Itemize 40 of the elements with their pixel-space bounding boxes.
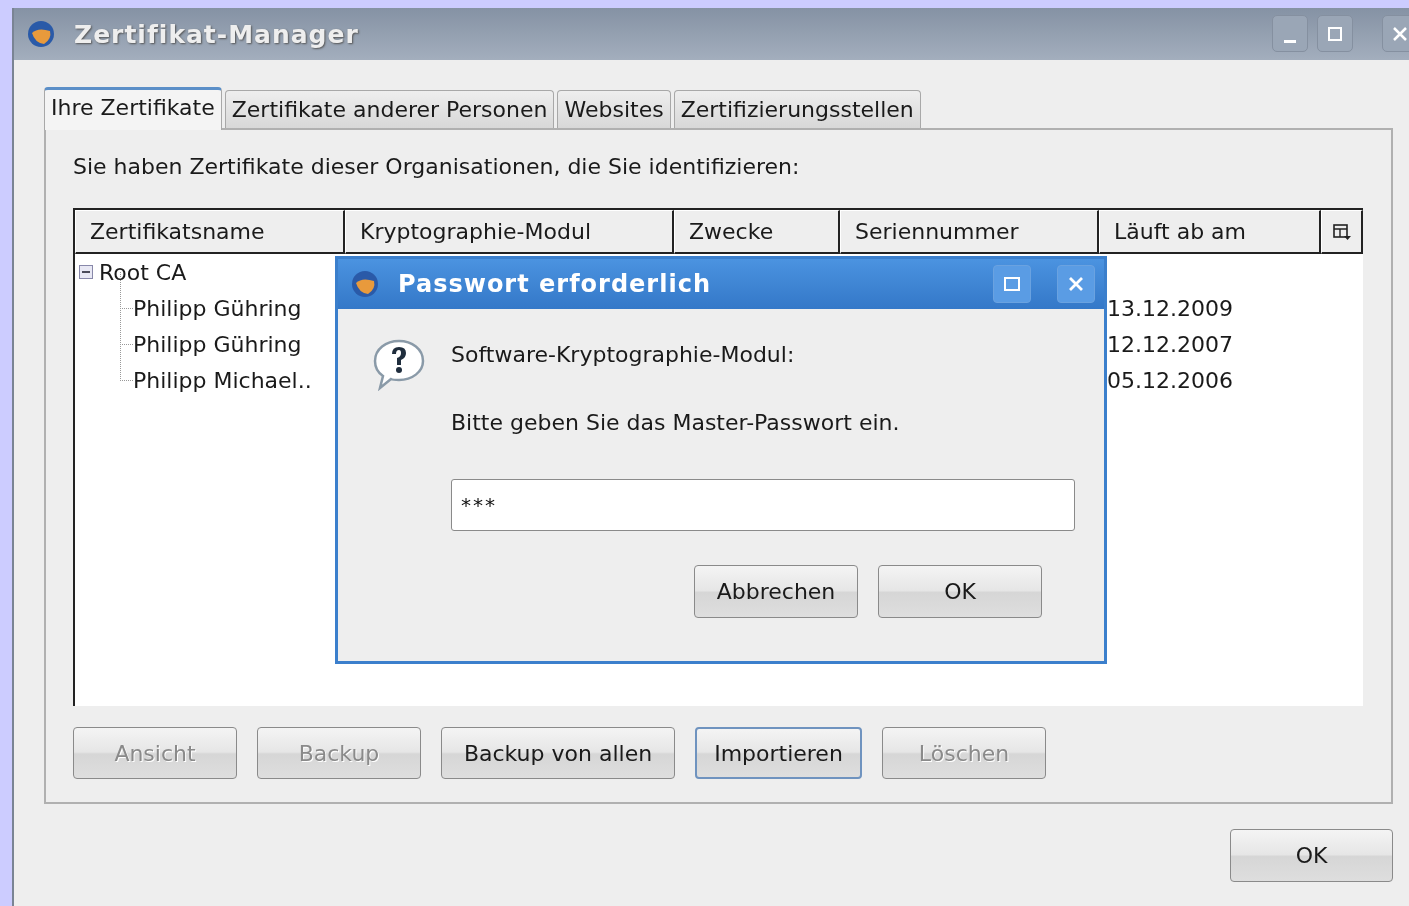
tree-item[interactable]: Root CA <box>99 259 187 285</box>
minimize-icon <box>1284 40 1296 43</box>
tree-item[interactable]: Philipp Gühring <box>133 331 302 357</box>
maximize-button[interactable] <box>993 265 1031 303</box>
action-button[interactable]: Importieren <box>695 727 862 779</box>
maximize-button[interactable] <box>1317 15 1353 52</box>
minimize-button[interactable] <box>1272 15 1308 52</box>
collapse-icon[interactable] <box>79 265 93 279</box>
password-field[interactable]: *** <box>451 479 1075 531</box>
tab[interactable]: Ihre Zertifikate <box>44 87 222 130</box>
cancel-button[interactable]: Abbrechen <box>694 565 858 618</box>
maximize-icon <box>1002 274 1022 294</box>
column-picker-icon <box>1331 221 1352 242</box>
tree-item[interactable]: Philipp Gühring <box>133 295 302 321</box>
close-button[interactable] <box>1057 265 1095 303</box>
tab[interactable]: Zertifikate anderer Personen <box>224 90 555 128</box>
module-label: Software-Kryptographie-Modul: <box>451 341 795 369</box>
column-header[interactable]: Seriennummer <box>840 210 1099 254</box>
close-button[interactable] <box>1382 15 1409 52</box>
description-text: Sie haben Zertifikate dieser Organisationen, die Sie identifizieren: <box>73 153 801 181</box>
ok-button[interactable]: OK <box>878 565 1042 618</box>
globe-icon <box>26 19 56 49</box>
tab[interactable]: Zertifizierungsstellen <box>673 90 921 128</box>
question-bubble-icon <box>372 337 426 391</box>
column-header[interactable]: Läuft ab am <box>1099 210 1321 254</box>
window-title: Zertifikat-Manager <box>74 19 359 49</box>
column-header[interactable]: Zwecke <box>674 210 840 254</box>
column-picker-button[interactable] <box>1321 210 1363 254</box>
globe-icon <box>350 269 380 299</box>
action-button[interactable]: Backup von allen <box>441 727 675 779</box>
table-cell: 05.12.2006 <box>1107 367 1233 393</box>
column-header[interactable]: Kryptographie-Modul <box>345 210 674 254</box>
prompt-text: Bitte geben Sie das Master-Passwort ein. <box>451 409 900 437</box>
column-header[interactable]: Zertifikatsname <box>75 210 345 254</box>
tree-item[interactable]: Philipp Michael.. <box>133 367 312 393</box>
ok-button[interactable]: OK <box>1230 829 1393 882</box>
dialog-title: Passwort erforderlich <box>398 270 712 298</box>
table-cell: 13.12.2009 <box>1107 295 1233 321</box>
table-cell: 12.12.2007 <box>1107 331 1233 357</box>
tab[interactable]: Websites <box>557 90 671 128</box>
